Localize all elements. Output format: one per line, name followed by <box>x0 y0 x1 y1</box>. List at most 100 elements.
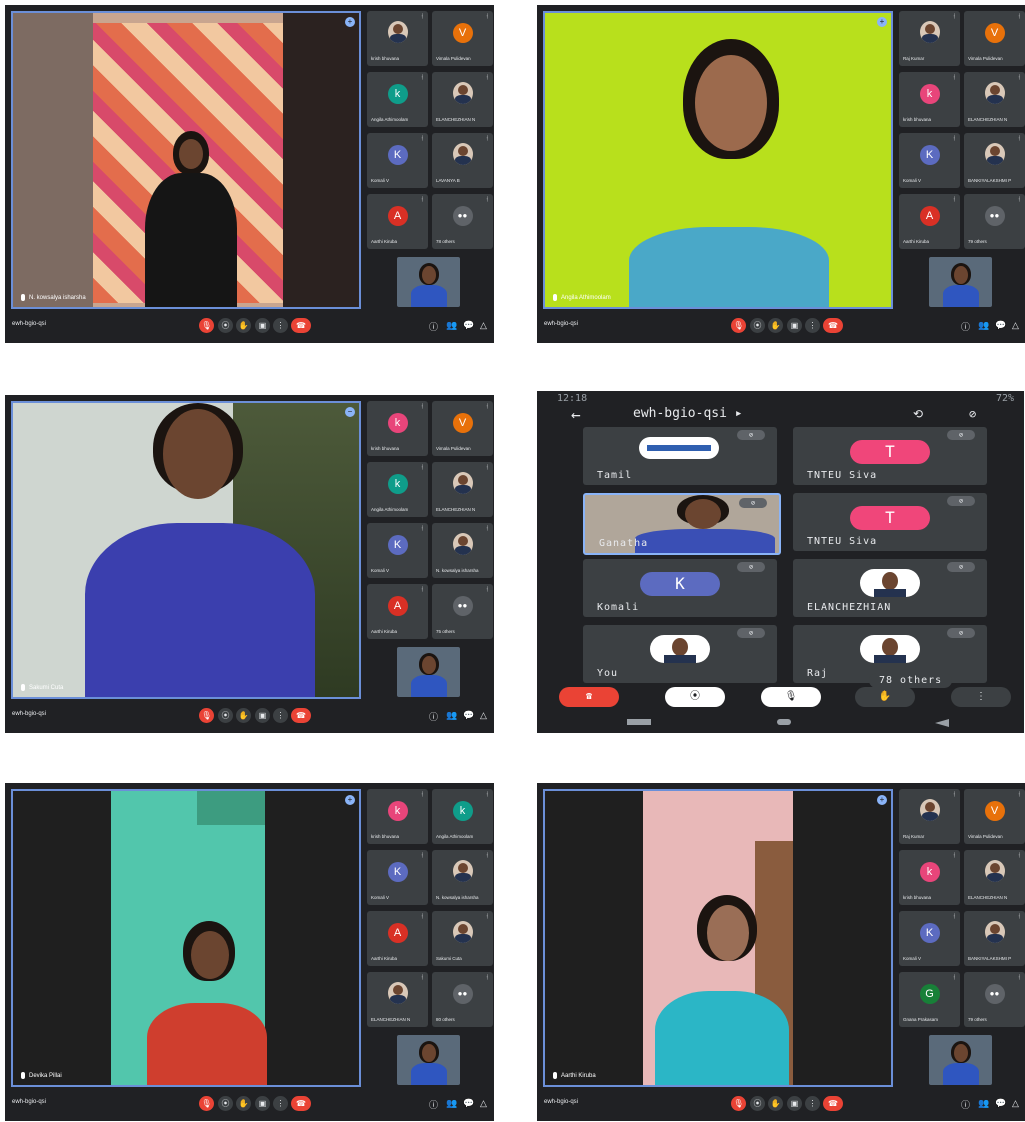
participant-tile[interactable]: ᚽ Sakumi Cuta <box>432 911 493 966</box>
pin-icon[interactable]: + <box>877 17 887 27</box>
present-button[interactable]: ▣ <box>255 318 270 333</box>
raise-hand-button[interactable]: ✋ <box>768 318 783 333</box>
end-call-button[interactable]: ☎ <box>823 1096 843 1111</box>
mic-off-button[interactable]: 🎙 <box>761 687 821 707</box>
meeting-details-icon[interactable]: ⓘ <box>429 320 438 333</box>
camera-switch-icon[interactable]: ⟲ <box>913 407 923 421</box>
main-video[interactable]: + Devika Pillai <box>11 789 361 1087</box>
participant-tile[interactable]: ᚽ LAVANYA B <box>432 133 493 188</box>
participant-tile[interactable]: ᚽ BANKIYALAKSHMI P <box>964 911 1025 966</box>
pin-icon[interactable]: + <box>345 17 355 27</box>
raise-hand-button[interactable]: ✋ <box>236 318 251 333</box>
end-call-button[interactable]: ☎ <box>291 1096 311 1111</box>
mic-button[interactable]: 🎙 <box>199 708 214 723</box>
participant-tile[interactable]: ᚽ N. kowsalya isharsha <box>432 523 493 578</box>
participant-tile[interactable]: k ᚽ krish bhuvana <box>899 72 960 127</box>
chat-icon[interactable]: 💬 <box>463 320 474 331</box>
participant-tile[interactable]: K ᚽ Komali V <box>367 523 428 578</box>
meeting-details-icon[interactable]: ⓘ <box>961 1098 970 1111</box>
present-button[interactable]: ▣ <box>255 708 270 723</box>
nav-recents[interactable] <box>627 719 651 725</box>
meeting-title[interactable]: ewh-bgio-qsi ▸ <box>633 406 743 421</box>
people-icon[interactable]: 👥 <box>446 710 457 721</box>
people-icon[interactable]: 👥 <box>446 320 457 331</box>
participant-tile[interactable]: ᚽ Raj Kumar <box>899 789 960 844</box>
participant-tile[interactable]: ᚽ krish bhuvana <box>367 11 428 66</box>
more-options-button[interactable]: ⋮ <box>273 1096 288 1111</box>
self-view[interactable] <box>929 257 992 307</box>
camera-off-button[interactable]: ⦿ <box>665 687 725 707</box>
people-icon[interactable]: 👥 <box>978 1098 989 1109</box>
participant-tile[interactable]: V ᚽ Vimala Pulidevan <box>432 401 493 456</box>
end-call-button[interactable]: ☎ <box>291 708 311 723</box>
participant-tile[interactable]: V ᚽ Vimala Pulidevan <box>964 789 1025 844</box>
present-button[interactable]: ▣ <box>255 1096 270 1111</box>
more-options-button[interactable]: ⋮ <box>273 318 288 333</box>
end-call-button[interactable]: ☎ <box>823 318 843 333</box>
participant-tile[interactable]: ●● ᚽ 75 others <box>432 584 493 639</box>
camera-button[interactable]: ⦿ <box>218 708 233 723</box>
participant-tile[interactable]: ●● ᚽ 79 others <box>964 972 1025 1027</box>
end-call-button[interactable]: ☎ <box>559 687 619 707</box>
participant-tile[interactable]: ᚽ ELANCHEZHIAN N <box>964 72 1025 127</box>
participant-tile[interactable]: ᚽ ELANCHEZHIAN N <box>964 850 1025 905</box>
main-video[interactable]: + N. kowsalya isharsha <box>11 11 361 309</box>
back-arrow-icon[interactable]: ← <box>571 405 581 424</box>
phone-participant-tile[interactable]: ⊘ ELANCHEZHIAN <box>793 559 987 617</box>
participant-tile[interactable]: K ᚽ Komali V <box>899 133 960 188</box>
raise-hand-button[interactable]: ✋ <box>236 1096 251 1111</box>
phone-participant-tile[interactable]: T ⊘ TNTEU Siva <box>793 427 987 485</box>
participant-tile[interactable]: V ᚽ Vimala Pulidevan <box>432 11 493 66</box>
mic-button[interactable]: 🎙 <box>731 318 746 333</box>
participant-tile[interactable]: k ᚽ Angila Athimoolam <box>367 462 428 517</box>
participant-tile[interactable]: K ᚽ Komali V <box>367 850 428 905</box>
self-view[interactable] <box>397 1035 460 1085</box>
more-options-button[interactable]: ⋮ <box>805 1096 820 1111</box>
participant-tile[interactable]: ᚽ ELANCHEZHIAN N <box>432 72 493 127</box>
participant-tile[interactable]: A ᚽ Aarthi Kiruba <box>367 194 428 249</box>
raise-hand-button[interactable]: ✋ <box>236 708 251 723</box>
phone-participant-tile[interactable]: ⊘ Tamil <box>583 427 777 485</box>
participant-tile[interactable]: k ᚽ Angila Athimoolam <box>367 72 428 127</box>
self-view[interactable] <box>929 1035 992 1085</box>
participant-tile[interactable]: ᚽ ELANCHEZHIAN N <box>367 972 428 1027</box>
more-options-button[interactable]: ⋮ <box>951 687 1011 707</box>
participant-tile[interactable]: ●● ᚽ 80 others <box>432 972 493 1027</box>
participant-tile[interactable]: k ᚽ Angila Athimoolam <box>432 789 493 844</box>
activities-icon[interactable]: △ <box>480 710 487 721</box>
present-button[interactable]: ▣ <box>787 1096 802 1111</box>
participant-tile[interactable]: A ᚽ Aarthi Kiruba <box>367 584 428 639</box>
mic-button[interactable]: 🎙 <box>199 318 214 333</box>
pin-icon[interactable]: − <box>345 407 355 417</box>
activities-icon[interactable]: △ <box>480 320 487 331</box>
participant-tile[interactable]: ᚽ Raj Kumar <box>899 11 960 66</box>
mic-button[interactable]: 🎙 <box>731 1096 746 1111</box>
meeting-details-icon[interactable]: ⓘ <box>429 710 438 723</box>
activities-icon[interactable]: △ <box>1012 320 1019 331</box>
phone-participant-tile[interactable]: K ⊘ Komali <box>583 559 777 617</box>
more-options-button[interactable]: ⋮ <box>805 318 820 333</box>
activities-icon[interactable]: △ <box>1012 1098 1019 1109</box>
main-video[interactable]: − Sakumi Cuta <box>11 401 361 699</box>
present-button[interactable]: ▣ <box>787 318 802 333</box>
main-video[interactable]: + Aarthi Kiruba <box>543 789 893 1087</box>
pin-icon[interactable]: + <box>877 795 887 805</box>
main-video[interactable]: + Angila Athimoolam <box>543 11 893 309</box>
phone-participant-tile[interactable]: ⊘ Ganatha <box>583 493 781 555</box>
raise-hand-button[interactable]: ✋ <box>855 687 915 707</box>
raise-hand-button[interactable]: ✋ <box>768 1096 783 1111</box>
nav-back[interactable] <box>921 719 949 727</box>
meeting-details-icon[interactable]: ⓘ <box>961 320 970 333</box>
self-view[interactable] <box>397 647 460 697</box>
nav-home[interactable] <box>777 719 791 725</box>
people-icon[interactable]: 👥 <box>446 1098 457 1109</box>
chat-icon[interactable]: 💬 <box>463 710 474 721</box>
more-options-button[interactable]: ⋮ <box>273 708 288 723</box>
phone-participant-tile[interactable]: T ⊘ TNTEU Siva <box>793 493 987 551</box>
self-view[interactable] <box>397 257 460 307</box>
participant-tile[interactable]: K ᚽ Komali V <box>899 911 960 966</box>
phone-participant-tile[interactable]: ⊘ You <box>583 625 777 683</box>
participant-tile[interactable]: K ᚽ Komali V <box>367 133 428 188</box>
camera-button[interactable]: ⦿ <box>218 1096 233 1111</box>
speaker-off-icon[interactable]: ⊘ <box>969 407 976 421</box>
